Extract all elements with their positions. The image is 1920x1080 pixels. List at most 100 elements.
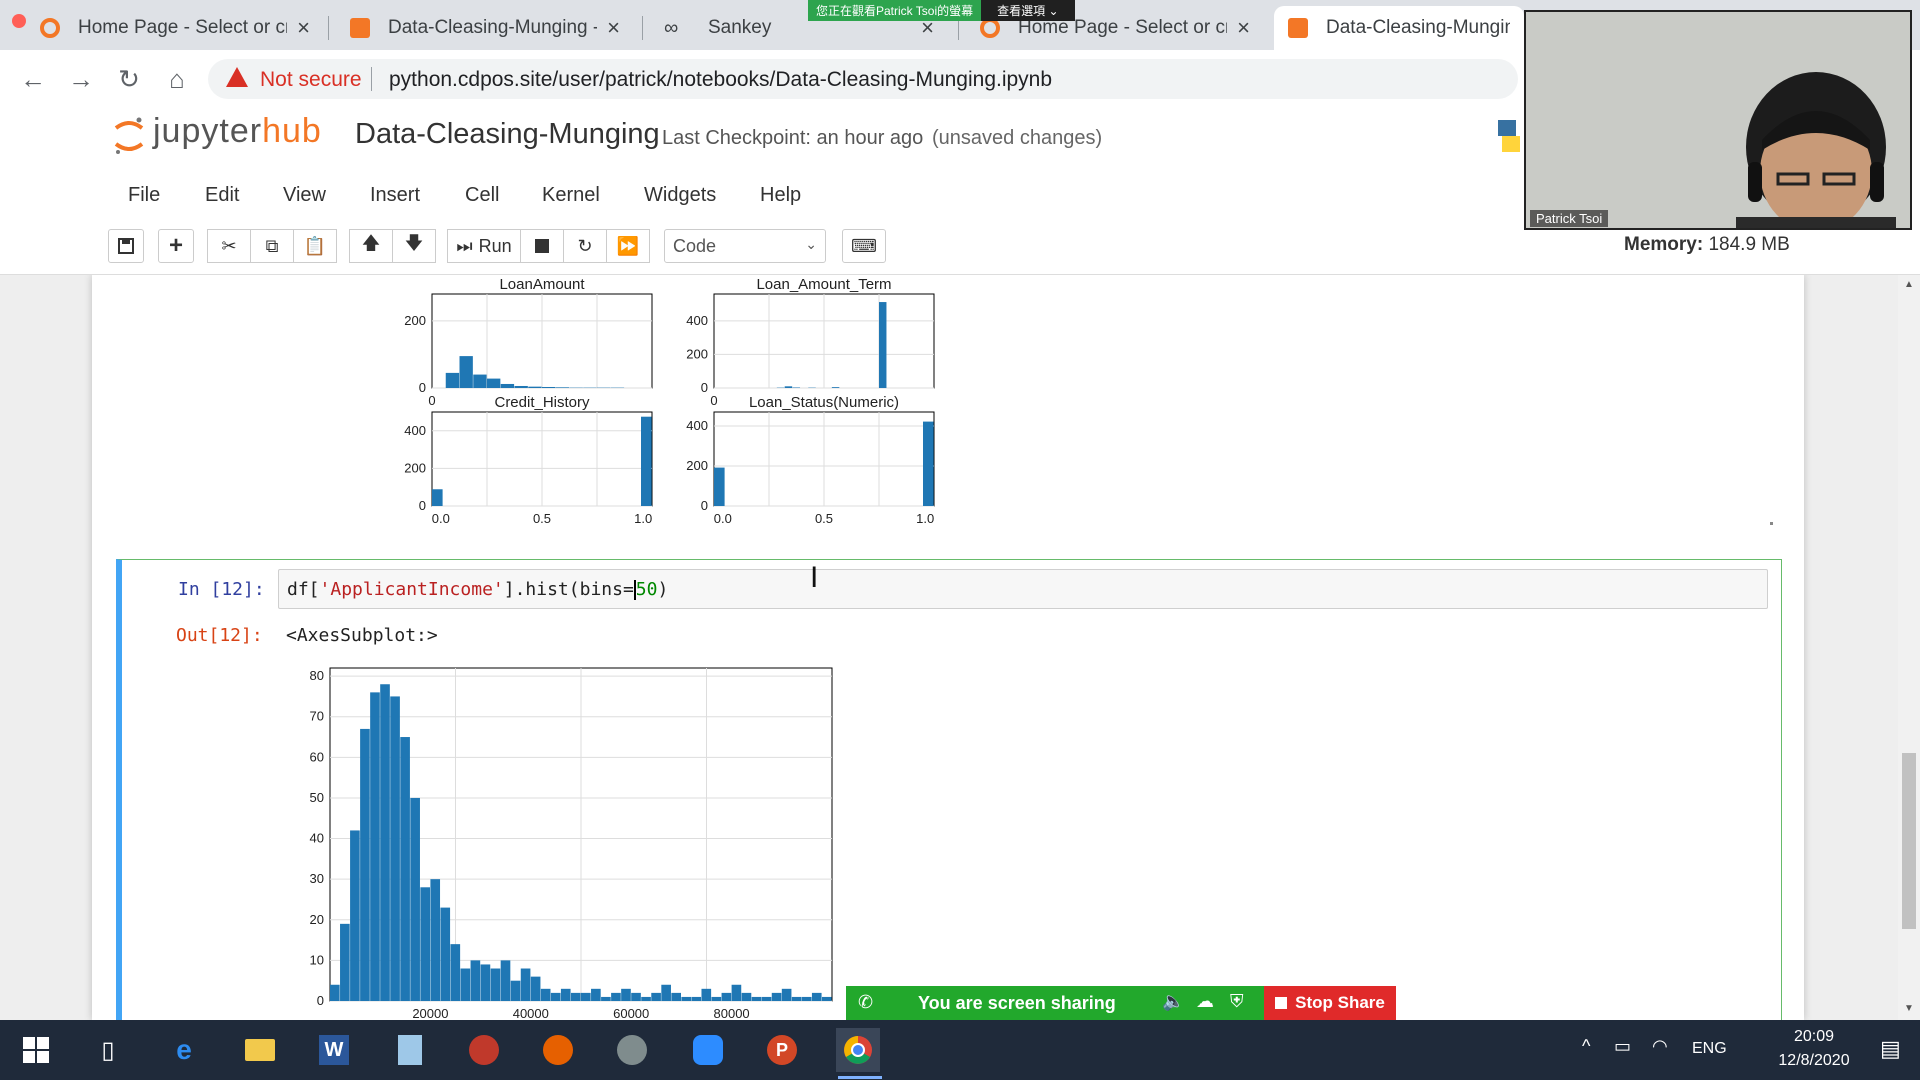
browser-tab[interactable]: Home Page - Select or cre × <box>26 6 324 50</box>
url-text[interactable]: python.cdpos.site/user/patrick/notebooks… <box>389 68 1052 92</box>
histogram-bar <box>791 996 802 1001</box>
reload-icon[interactable]: ↻ <box>112 62 146 96</box>
chevron-up-icon[interactable]: ^ <box>1582 1036 1590 1057</box>
forward-arrow-icon[interactable]: → <box>64 62 98 96</box>
close-icon[interactable]: × <box>297 15 310 41</box>
network-app-icon[interactable] <box>462 1028 506 1072</box>
chrome-icon[interactable] <box>836 1028 880 1072</box>
edge-icon[interactable]: e <box>162 1028 206 1072</box>
speaker-icon[interactable]: 🔈 <box>1162 991 1184 1012</box>
url-field[interactable]: Not secure python.cdpos.site/user/patric… <box>208 59 1518 99</box>
code-editor[interactable]: df['ApplicantIncome'].hist(bins= 50) <box>278 569 1768 609</box>
battery-icon[interactable]: ▭ <box>1614 1036 1631 1057</box>
browser-tab-active[interactable]: Data-Cleasing-Munging - <box>1274 6 1524 50</box>
close-icon[interactable]: × <box>607 15 620 41</box>
histogram-bar <box>450 944 461 1001</box>
tab-label: Data-Cleasing-Munging - <box>1326 17 1510 38</box>
webcam-video[interactable]: Patrick Tsoi <box>1524 10 1912 230</box>
scrollbar-thumb[interactable] <box>1902 753 1916 929</box>
x-tick-label: 0.5 <box>533 511 551 526</box>
task-view-icon[interactable]: ▯ <box>86 1028 130 1072</box>
y-tick-label: 50 <box>310 790 324 805</box>
cut-icon[interactable]: ✂ <box>207 229 251 263</box>
link-icon: ∞ <box>664 17 679 39</box>
save-icon[interactable] <box>108 229 144 263</box>
code-string: 'ApplicantIncome' <box>319 579 504 600</box>
cloud-icon[interactable]: ☁ <box>1196 991 1214 1012</box>
windows-start-icon[interactable] <box>14 1028 58 1072</box>
menu-help[interactable]: Help <box>760 184 801 207</box>
keyboard-icon[interactable]: ⌨ <box>842 229 886 263</box>
copy-icon[interactable]: ⧉ <box>250 229 294 263</box>
menu-edit[interactable]: Edit <box>205 184 239 207</box>
scroll-down-icon[interactable]: ▼ <box>1904 1003 1914 1014</box>
viewing-text: 您正在觀看Patrick Tsoi的螢幕 <box>808 0 982 21</box>
language-indicator[interactable]: ENG <box>1692 1040 1727 1058</box>
scroll-up-icon[interactable]: ▲ <box>1904 279 1914 290</box>
home-icon[interactable]: ⌂ <box>160 62 194 96</box>
x-tick-label: 0 <box>428 393 435 408</box>
stop-share-button[interactable]: Stop Share <box>1264 986 1396 1020</box>
notebook-title[interactable]: Data-Cleasing-Munging <box>355 118 660 151</box>
stop-icon[interactable] <box>520 229 564 263</box>
histogram-bar <box>711 996 722 1001</box>
histogram-grid: 02000LoanAmount02004000Loan_Amount_Term0… <box>404 276 935 526</box>
histogram-bar <box>528 386 542 388</box>
notebook-page: 0 200 0 LoanAmount 0 200 400 0 Loan_Amount_Term 0… <box>92 275 1804 1020</box>
menu-view[interactable]: View <box>283 184 326 207</box>
notes-app-icon[interactable] <box>388 1028 432 1072</box>
histogram-bar <box>445 372 460 388</box>
arrow-down-icon[interactable]: 🡇 <box>392 229 436 263</box>
browser-tab[interactable]: Data-Cleasing-Munging - J × <box>336 6 634 50</box>
settings-app-icon[interactable] <box>610 1028 654 1072</box>
jupyterhub-wordmark[interactable]: jupyterhub <box>153 112 322 151</box>
fast-forward-icon[interactable]: ⏩ <box>606 229 650 263</box>
wifi-icon[interactable]: ◠ <box>1652 1036 1668 1057</box>
menu-insert[interactable]: Insert <box>370 184 420 207</box>
shield-icon[interactable]: ⛨ <box>1230 991 1244 1012</box>
file-explorer-icon[interactable] <box>238 1028 282 1072</box>
code-prefix: df[ <box>287 579 320 600</box>
clock-time[interactable]: 20:09 <box>1764 1028 1864 1046</box>
tab-label: Data-Cleasing-Munging - J <box>388 17 598 38</box>
menu-kernel[interactable]: Kernel <box>542 184 600 207</box>
menu-file[interactable]: File <box>128 184 160 207</box>
y-tick-label: 10 <box>310 952 324 967</box>
histogram-bar <box>811 992 822 1001</box>
vertical-scrollbar[interactable]: ▲ ▼ <box>1898 275 1920 1020</box>
back-arrow-icon[interactable]: ← <box>16 62 50 96</box>
menu-widgets[interactable]: Widgets <box>644 184 716 207</box>
histogram-bar <box>731 984 742 1001</box>
stop-square-icon <box>1275 997 1288 1009</box>
run-button[interactable]: ⏭ Run <box>447 229 521 263</box>
powerpoint-icon[interactable]: P <box>760 1028 804 1072</box>
logo-prefix: jupyter <box>153 112 263 150</box>
menu-cell[interactable]: Cell <box>465 184 499 207</box>
code-suffix: ) <box>657 579 669 600</box>
firefox-icon[interactable] <box>536 1028 580 1072</box>
url-divider <box>371 67 372 91</box>
close-icon[interactable]: × <box>1237 15 1250 41</box>
mac-close-dot[interactable] <box>12 14 26 28</box>
histogram-bar <box>550 992 561 1001</box>
notifications-icon[interactable]: ▤ <box>1880 1036 1901 1062</box>
clock-date[interactable]: 12/8/2020 <box>1756 1052 1872 1070</box>
not-secure-label[interactable]: Not secure <box>260 68 362 92</box>
histogram-bar <box>410 797 420 1001</box>
paste-icon[interactable]: 📋 <box>293 229 337 263</box>
histogram-bar <box>360 728 370 1001</box>
restart-icon[interactable]: ↻ <box>563 229 607 263</box>
code-text[interactable]: df['ApplicantIncome'].hist(bins= 50) <box>287 579 668 600</box>
word-icon[interactable]: W <box>312 1028 356 1072</box>
x-tick-label: 0 <box>710 393 717 408</box>
y-tick-label: 20 <box>310 912 324 927</box>
plus-icon[interactable]: + <box>158 229 194 263</box>
histogram-bar <box>330 984 340 1001</box>
jupyter-logo-icon[interactable] <box>112 116 146 156</box>
histogram-bar <box>570 992 581 1001</box>
cell-type-select[interactable]: Code ⌄ <box>664 229 826 263</box>
zoom-icon[interactable] <box>686 1028 730 1072</box>
y-tick-label: 0 <box>419 498 426 513</box>
arrow-up-icon[interactable]: 🡅 <box>349 229 393 263</box>
view-options-button[interactable]: 查看選項 ⌄ <box>981 0 1075 21</box>
